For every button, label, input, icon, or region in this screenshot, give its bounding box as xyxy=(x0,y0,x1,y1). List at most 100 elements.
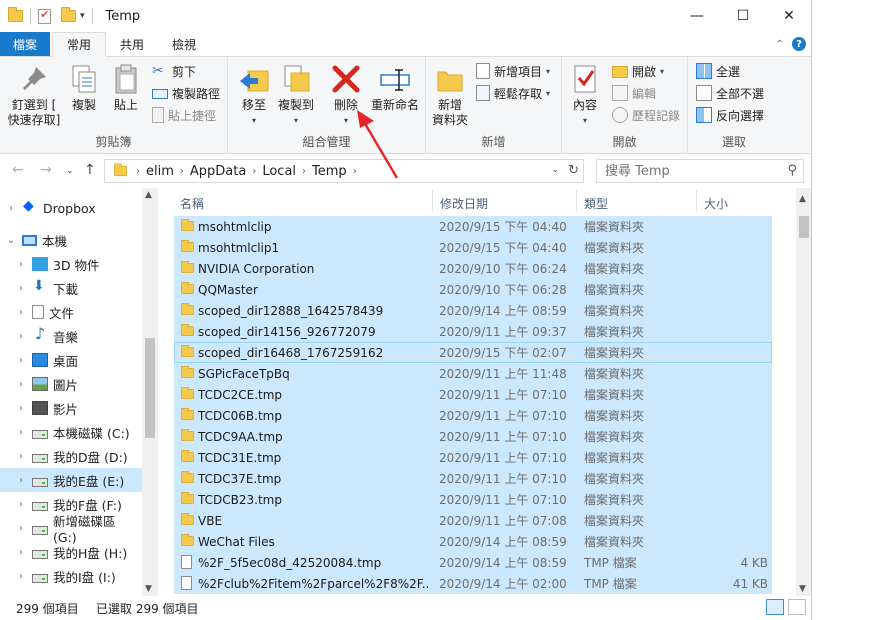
expand-chevron-icon[interactable]: › xyxy=(14,403,28,414)
expand-chevron-icon[interactable]: › xyxy=(14,451,28,462)
expand-chevron-icon[interactable]: › xyxy=(14,379,28,390)
refresh-icon[interactable]: ↻ xyxy=(568,163,579,178)
table-row[interactable]: %2Fclub%2Fitem%2Fparcel%2F8%2F... 2020/9/… xyxy=(174,573,772,594)
sidebar-item[interactable]: › 我的H盘 (H:) xyxy=(0,540,142,564)
tab-file[interactable]: 檔案 xyxy=(0,32,50,56)
edit-button[interactable]: 編輯 xyxy=(612,84,656,102)
chevron-right-icon[interactable]: › xyxy=(180,166,184,177)
sidebar-item[interactable]: › 我的D盘 (D:) xyxy=(0,444,142,468)
chevron-right-icon[interactable]: › xyxy=(353,166,357,177)
breadcrumb-appdata[interactable]: AppData xyxy=(190,164,246,179)
sidebar-item[interactable]: › 新增磁碟區 (G:) xyxy=(0,514,142,545)
expand-chevron-icon[interactable]: ⌄ xyxy=(4,235,18,246)
breadcrumb-local[interactable]: Local xyxy=(262,164,296,179)
invert-selection-button[interactable]: 反向選擇 xyxy=(696,106,764,124)
breadcrumb-temp[interactable]: Temp xyxy=(312,164,347,179)
table-row[interactable]: scoped_dir16468_1767259162 2020/9/15 下午 0… xyxy=(174,342,772,363)
address-bar[interactable]: › elim › AppData › Local › Temp › ⌄ ↻ xyxy=(104,159,584,183)
scrollbar-thumb[interactable] xyxy=(799,216,809,238)
large-icons-view-button[interactable] xyxy=(788,599,806,615)
back-button[interactable]: ← xyxy=(12,162,24,178)
expand-chevron-icon[interactable]: › xyxy=(14,571,28,582)
address-dropdown-icon[interactable]: ⌄ xyxy=(551,165,559,175)
sidebar-item[interactable]: ⌄ 本機 xyxy=(0,228,142,252)
select-none-button[interactable]: 全部不選 xyxy=(696,84,764,102)
column-name[interactable]: 名稱 xyxy=(180,195,204,212)
sidebar-item[interactable]: › 影片 xyxy=(0,396,142,420)
table-row[interactable]: TCDC37E.tmp 2020/9/11 上午 07:10 檔案資料夾 xyxy=(174,468,772,489)
sidebar-item[interactable]: › 桌面 xyxy=(0,348,142,372)
table-row[interactable]: SGPicFaceTpBq 2020/9/11 上午 11:48 檔案資料夾 xyxy=(174,363,772,384)
table-row[interactable]: msohtmlclip 2020/9/15 下午 04:40 檔案資料夾 xyxy=(174,216,772,237)
forward-button[interactable]: → xyxy=(40,162,52,178)
sidebar-item[interactable]: › Dropbox xyxy=(0,196,142,220)
new-folder-icon[interactable] xyxy=(61,7,76,22)
column-date[interactable]: 修改日期 xyxy=(440,195,488,212)
expand-chevron-icon[interactable]: › xyxy=(14,283,28,294)
sidebar-item[interactable]: › 我的I盘 (I:) xyxy=(0,564,142,588)
expand-chevron-icon[interactable]: › xyxy=(14,499,28,510)
table-row[interactable]: NVIDIA Corporation 2020/9/10 下午 06:24 檔案資料… xyxy=(174,258,772,279)
sidebar-item[interactable]: › 3D 物件 xyxy=(0,252,142,276)
customize-toolbar-icon[interactable]: ▾ xyxy=(80,11,85,21)
pin-quick-access-button[interactable]: 釘選到 [ 快速存取] xyxy=(6,63,62,128)
expand-chevron-icon[interactable]: › xyxy=(4,203,18,214)
sidebar-item[interactable]: › 圖片 xyxy=(0,372,142,396)
table-row[interactable]: %2F_5f5ec08d_42520084.tmp 2020/9/14 上午 08… xyxy=(174,552,772,573)
table-row[interactable]: QQMaster 2020/9/10 下午 06:28 檔案資料夾 xyxy=(174,279,772,300)
sidebar-item[interactable]: › 我的E盘 (E:) xyxy=(0,468,142,492)
sidebar-item[interactable]: › 音樂 xyxy=(0,324,142,348)
expand-chevron-icon[interactable]: › xyxy=(14,523,28,534)
column-size[interactable]: 大小 xyxy=(704,195,728,212)
properties-button[interactable]: 內容 ▾ xyxy=(568,63,602,128)
breadcrumb-elim[interactable]: elim xyxy=(146,164,174,179)
collapse-ribbon-icon[interactable]: ⌃ xyxy=(776,39,784,50)
table-row[interactable]: TCDC06B.tmp 2020/9/11 上午 07:10 檔案資料夾 xyxy=(174,405,772,426)
chevron-right-icon[interactable]: › xyxy=(302,166,306,177)
close-button[interactable]: ✕ xyxy=(766,0,811,32)
expand-chevron-icon[interactable]: › xyxy=(14,547,28,558)
table-row[interactable]: TCDC2CE.tmp 2020/9/11 上午 07:10 檔案資料夾 xyxy=(174,384,772,405)
table-row[interactable]: TCDC31E.tmp 2020/9/11 上午 07:10 檔案資料夾 xyxy=(174,447,772,468)
up-button[interactable]: ↑ xyxy=(84,162,96,178)
sidebar-item[interactable]: › 下載 xyxy=(0,276,142,300)
table-row[interactable]: WeChat Files 2020/9/14 上午 08:59 檔案資料夾 xyxy=(174,531,772,552)
sidebar-item[interactable]: › 文件 xyxy=(0,300,142,324)
move-to-button[interactable]: 移至 ▾ xyxy=(236,63,272,128)
navigation-pane-scrollbar[interactable]: ▲ ▼ xyxy=(142,188,158,596)
file-list-scrollbar[interactable]: ▲ ▼ xyxy=(796,188,811,596)
expand-chevron-icon[interactable]: › xyxy=(14,475,28,486)
scroll-down-icon[interactable]: ▼ xyxy=(799,584,806,594)
open-button[interactable]: 開啟 ▾ xyxy=(612,62,664,80)
scroll-up-icon[interactable]: ▲ xyxy=(799,194,806,204)
cut-button[interactable]: ✂ 剪下 xyxy=(152,62,196,80)
scrollbar-thumb[interactable] xyxy=(145,338,155,438)
properties-icon[interactable] xyxy=(38,8,51,24)
select-all-button[interactable]: 全選 xyxy=(696,62,740,80)
table-row[interactable]: TCDCB23.tmp 2020/9/11 上午 07:10 檔案資料夾 xyxy=(174,489,772,510)
chevron-right-icon[interactable]: › xyxy=(252,166,256,177)
tab-view[interactable]: 檢視 xyxy=(158,32,210,56)
easy-access-button[interactable]: 輕鬆存取 ▾ xyxy=(476,84,550,102)
search-box[interactable]: ⚲ xyxy=(596,159,804,183)
chevron-right-icon[interactable]: › xyxy=(136,166,140,177)
table-row[interactable]: VBE 2020/9/11 上午 07:08 檔案資料夾 xyxy=(174,510,772,531)
search-input[interactable] xyxy=(605,163,775,179)
copy-to-button[interactable]: 複製到 ▾ xyxy=(276,63,316,128)
history-button[interactable]: 歷程記錄 xyxy=(612,106,680,124)
column-type[interactable]: 類型 xyxy=(584,195,608,212)
help-icon[interactable]: ? xyxy=(792,37,806,51)
recent-locations-button[interactable]: ⌄ xyxy=(66,166,74,176)
details-view-button[interactable] xyxy=(766,599,784,615)
expand-chevron-icon[interactable]: › xyxy=(14,331,28,342)
paste-button[interactable]: 貼上 xyxy=(108,63,144,113)
table-row[interactable]: msohtmlclip1 2020/9/15 下午 04:40 檔案資料夾 xyxy=(174,237,772,258)
scroll-up-icon[interactable]: ▲ xyxy=(145,190,152,200)
copy-path-button[interactable]: 複製路徑 xyxy=(152,84,220,102)
new-folder-button[interactable]: 新增 資料夾 xyxy=(432,63,468,128)
table-row[interactable]: scoped_dir14156_926772079 2020/9/11 上午 09… xyxy=(174,321,772,342)
maximize-button[interactable]: ☐ xyxy=(720,0,766,32)
expand-chevron-icon[interactable]: › xyxy=(14,307,28,318)
minimize-button[interactable]: — xyxy=(674,0,720,32)
tab-home[interactable]: 常用 xyxy=(52,32,107,57)
